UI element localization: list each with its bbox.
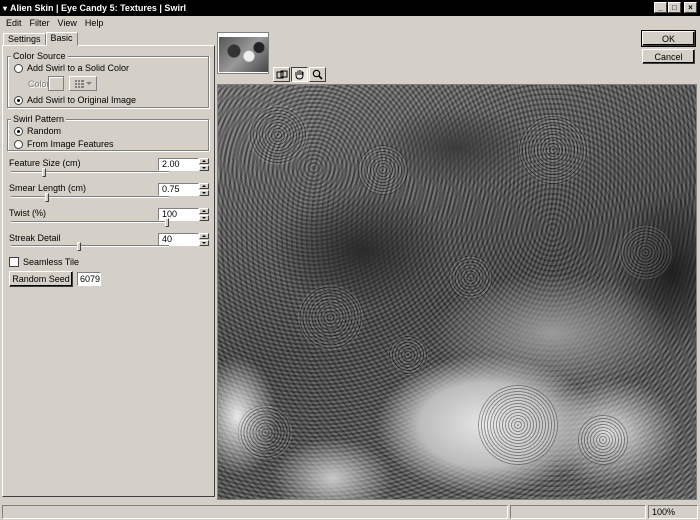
arrow-up-icon xyxy=(202,185,206,187)
status-secondary xyxy=(510,505,646,519)
palette-button[interactable] xyxy=(69,76,97,91)
smear-length-spinner[interactable] xyxy=(199,183,209,196)
magnifier-icon[interactable] xyxy=(309,67,326,82)
radio-features-label: From Image Features xyxy=(27,139,114,149)
spin-up-button[interactable] xyxy=(199,208,209,214)
color-swatch[interactable] xyxy=(48,76,64,91)
ok-button[interactable]: OK xyxy=(641,30,696,47)
streak-detail-slider[interactable] xyxy=(11,242,169,251)
seamless-tile-label: Seamless Tile xyxy=(23,257,80,267)
app-icon[interactable]: ▾ xyxy=(3,4,7,13)
status-main xyxy=(2,505,508,519)
radio-solid-indicator[interactable] xyxy=(14,63,23,73)
streak-detail-label: Streak Detail xyxy=(9,233,61,243)
palette-grid-icon xyxy=(74,79,84,88)
spin-up-button[interactable] xyxy=(199,158,209,164)
arrow-up-icon xyxy=(202,160,206,162)
swirl-texture xyxy=(388,335,428,375)
menu-filter[interactable]: Filter xyxy=(26,18,54,28)
menu-edit[interactable]: Edit xyxy=(2,18,26,28)
swirl-texture xyxy=(478,385,558,465)
feature-size-slider[interactable] xyxy=(11,168,169,177)
spin-down-button[interactable] xyxy=(199,190,209,196)
chevron-down-icon xyxy=(85,82,92,85)
feature-size-label: Feature Size (cm) xyxy=(9,158,81,168)
spin-down-button[interactable] xyxy=(199,240,209,246)
swirl-pattern-group: Swirl Pattern Random From Image Features xyxy=(7,114,209,151)
arrow-up-icon xyxy=(202,235,206,237)
cancel-button[interactable]: Cancel xyxy=(642,49,695,64)
feature-size-spinner[interactable] xyxy=(199,158,209,171)
random-seed-button[interactable]: Random Seed xyxy=(9,271,73,287)
color-label: Color xyxy=(28,79,50,89)
swirl-texture xyxy=(618,225,673,280)
smear-length-slider[interactable] xyxy=(11,193,169,202)
arrow-down-icon xyxy=(202,167,206,169)
color-source-label: Color Source xyxy=(11,51,68,61)
title-bar: ▾ Alien Skin | Eye Candy 5: Textures | S… xyxy=(0,0,700,16)
swirl-texture xyxy=(248,105,308,165)
radio-random[interactable]: Random xyxy=(14,126,61,136)
swirl-texture xyxy=(448,255,493,300)
twist-label: Twist (%) xyxy=(9,208,46,218)
seamless-tile-box[interactable] xyxy=(9,257,19,267)
controls-panel: Color Source Add Swirl to a Solid Color … xyxy=(2,45,215,497)
radio-solid-label: Add Swirl to a Solid Color xyxy=(27,63,130,73)
spin-up-button[interactable] xyxy=(199,233,209,239)
smear-length-label: Smear Length (cm) xyxy=(9,183,87,193)
preview-image[interactable] xyxy=(217,84,697,500)
tab-basic[interactable]: Basic xyxy=(45,32,78,46)
feature-size-input[interactable]: 2.00 xyxy=(158,158,199,171)
menu-view[interactable]: View xyxy=(54,18,81,28)
status-bar: 100% xyxy=(0,504,700,520)
seamless-tile-checkbox[interactable]: Seamless Tile xyxy=(9,257,79,267)
streak-detail-spinner[interactable] xyxy=(199,233,209,246)
tab-strip: Settings Basic xyxy=(3,32,78,46)
window-controls: _ □ × xyxy=(654,2,697,13)
twist-thumb[interactable] xyxy=(165,218,169,227)
swirl-texture xyxy=(238,405,293,460)
streak-detail-thumb[interactable] xyxy=(77,242,81,251)
navigator-thumbnail xyxy=(219,37,268,72)
smear-length-thumb[interactable] xyxy=(45,193,49,202)
twist-spinner[interactable] xyxy=(199,208,209,221)
spin-up-button[interactable] xyxy=(199,183,209,189)
swirl-pattern-label: Swirl Pattern xyxy=(11,114,67,124)
radio-random-indicator[interactable] xyxy=(14,126,23,136)
radio-original-image[interactable]: Add Swirl to Original Image xyxy=(14,95,136,105)
radio-original-label: Add Swirl to Original Image xyxy=(27,95,137,105)
arrow-up-icon xyxy=(202,210,206,212)
arrow-down-icon xyxy=(202,242,206,244)
preview-tools xyxy=(273,67,326,82)
close-icon[interactable]: × xyxy=(684,2,697,13)
random-seed-input[interactable]: 6079 xyxy=(77,272,101,286)
preview-navigator[interactable] xyxy=(217,32,269,74)
radio-solid-color[interactable]: Add Swirl to a Solid Color xyxy=(14,63,129,73)
spin-down-button[interactable] xyxy=(199,215,209,221)
arrow-down-icon xyxy=(202,192,206,194)
swirl-texture xyxy=(578,415,628,465)
radio-original-indicator[interactable] xyxy=(14,95,23,105)
twist-slider[interactable] xyxy=(11,218,169,227)
swirl-texture xyxy=(518,115,588,185)
arrow-down-icon xyxy=(202,217,206,219)
compare-icon[interactable] xyxy=(273,67,290,82)
minimize-icon[interactable]: _ xyxy=(654,2,667,13)
feature-size-thumb[interactable] xyxy=(42,168,46,177)
menu-bar: Edit Filter View Help xyxy=(0,16,700,30)
radio-features-indicator[interactable] xyxy=(14,139,23,149)
maximize-icon[interactable]: □ xyxy=(668,2,681,13)
spin-down-button[interactable] xyxy=(199,165,209,171)
window-title: Alien Skin | Eye Candy 5: Textures | Swi… xyxy=(10,3,186,13)
menu-help[interactable]: Help xyxy=(81,18,108,28)
radio-image-features[interactable]: From Image Features xyxy=(14,139,114,149)
swirl-texture xyxy=(358,145,408,195)
color-source-group: Color Source Add Swirl to a Solid Color … xyxy=(7,51,209,108)
swirl-texture xyxy=(298,285,363,350)
hand-icon[interactable] xyxy=(291,67,308,82)
radio-random-label: Random xyxy=(27,126,62,136)
smear-length-input[interactable]: 0.75 xyxy=(158,183,199,196)
zoom-level: 100% xyxy=(648,505,698,519)
